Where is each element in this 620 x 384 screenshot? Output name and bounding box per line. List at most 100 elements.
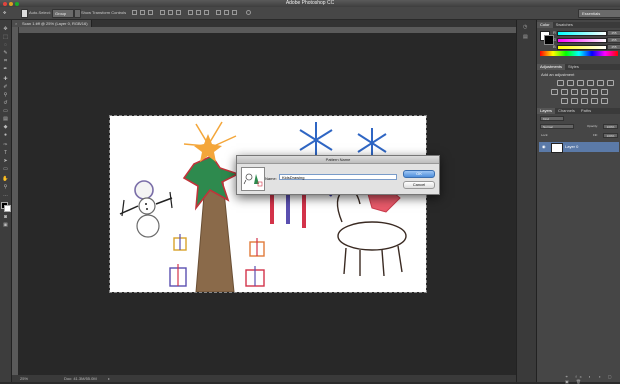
brush-tool-icon[interactable]: ✐	[2, 84, 9, 90]
color-lookup-icon[interactable]	[601, 89, 608, 95]
align-left-icon[interactable]	[160, 10, 165, 15]
distribute-top-icon[interactable]	[188, 10, 193, 15]
align-top-icon[interactable]	[132, 10, 137, 15]
hand-tool-icon[interactable]: ✋	[2, 176, 9, 182]
crop-tool-icon[interactable]: ⌗	[2, 58, 9, 64]
green-slider[interactable]	[557, 38, 607, 43]
tab-styles[interactable]: Styles	[565, 64, 582, 70]
distribute-bottom-icon[interactable]	[204, 10, 209, 15]
add-adjustment-label: Add an adjustment	[541, 72, 575, 77]
ok-button[interactable]: OK	[403, 170, 435, 178]
properties-panel-icon[interactable]: ▤	[523, 34, 528, 40]
minimize-window-button[interactable]	[9, 1, 13, 6]
triangle-adjust-icon[interactable]	[607, 80, 614, 86]
quick-select-tool-icon[interactable]: ✎	[2, 50, 9, 56]
photo-filter-icon[interactable]	[581, 89, 588, 95]
lasso-tool-icon[interactable]: ◌	[2, 42, 9, 48]
distribute-middle-icon[interactable]	[196, 10, 201, 15]
move-tool-icon[interactable]: ✥	[2, 26, 9, 32]
kids-drawing-artwork[interactable]	[109, 115, 427, 293]
blur-tool-icon[interactable]: ◆	[2, 124, 9, 130]
channel-mixer-icon[interactable]	[591, 89, 598, 95]
history-panel-icon[interactable]: ◷	[523, 24, 527, 30]
opacity-label: Opacity:	[587, 124, 599, 128]
blend-mode-select[interactable]: Normal	[540, 124, 574, 129]
healing-brush-tool-icon[interactable]: ✚	[2, 76, 9, 82]
levels-icon[interactable]	[567, 80, 574, 86]
history-brush-tool-icon[interactable]: ↺	[2, 100, 9, 106]
color-balance-icon[interactable]	[561, 89, 568, 95]
layer-row[interactable]: ◉ Layer 0	[539, 142, 619, 153]
shape-tool-icon[interactable]: ▭	[2, 166, 9, 172]
eraser-tool-icon[interactable]: ▭	[2, 108, 9, 114]
dodge-tool-icon[interactable]: ●	[2, 132, 9, 138]
invert-icon[interactable]	[561, 98, 568, 104]
3d-mode-icon[interactable]	[246, 10, 251, 15]
distribute-left-icon[interactable]	[216, 10, 221, 15]
blue-value[interactable]: 255	[607, 44, 620, 50]
tab-layers[interactable]: Layers	[537, 108, 556, 114]
exposure-icon[interactable]	[587, 80, 594, 86]
background-color-swatch[interactable]	[4, 205, 11, 212]
auto-select-checkbox[interactable]	[21, 9, 28, 18]
black-white-icon[interactable]	[571, 89, 578, 95]
layer-name[interactable]: Layer 0	[565, 144, 578, 149]
more-tools-icon[interactable]: …	[2, 192, 9, 198]
layer-visibility-eye-icon[interactable]: ◉	[542, 144, 546, 149]
zoom-window-button[interactable]	[15, 1, 19, 6]
opacity-input[interactable]: 100%	[603, 124, 618, 129]
move-tool-icon[interactable]: ✥	[3, 9, 6, 16]
filter-icons[interactable]	[567, 116, 617, 121]
eyedropper-tool-icon[interactable]: ✒	[2, 66, 9, 72]
status-menu-arrow-icon[interactable]: ▸	[108, 375, 110, 382]
pattern-preview-thumbnail	[241, 167, 265, 191]
tab-paths[interactable]: Paths	[578, 108, 594, 114]
pattern-name-input[interactable]: KidsDrawing	[279, 174, 397, 180]
kids-drawing-image	[119, 121, 407, 293]
path-select-tool-icon[interactable]: ➤	[2, 158, 9, 164]
close-document-icon[interactable]: ×	[15, 20, 17, 27]
type-tool-icon[interactable]: T	[2, 150, 9, 156]
green-value[interactable]: 255	[607, 37, 620, 43]
threshold-icon[interactable]	[581, 98, 588, 104]
curves-icon[interactable]	[577, 80, 584, 86]
red-value[interactable]: 255	[607, 30, 620, 36]
gradient-tool-icon[interactable]: ▤	[2, 116, 9, 122]
tab-channels[interactable]: Channels	[555, 108, 578, 114]
fill-input[interactable]: 100%	[603, 133, 618, 138]
pen-tool-icon[interactable]: ✑	[2, 142, 9, 148]
workspace-select[interactable]: Essentials	[578, 9, 620, 18]
kind-filter-select[interactable]: Kind	[540, 116, 564, 121]
cancel-button[interactable]: Cancel	[403, 181, 435, 189]
group-select[interactable]: Group	[52, 9, 74, 18]
zoom-level[interactable]: 25%	[20, 375, 28, 382]
marquee-tool-icon[interactable]: ⬚	[2, 34, 9, 40]
tab-swatches[interactable]: Swatches	[553, 22, 576, 28]
layer-actions-icons[interactable]: ⚭ fx ◐ ◑ ▢ ▣ 🗑	[565, 374, 620, 384]
document-tab[interactable]: × Scan 1.tiff @ 25% (Layer 0, RGB/16)	[12, 20, 92, 27]
gradient-map-icon[interactable]	[591, 98, 598, 104]
screen-mode-icon[interactable]: ▣	[2, 222, 9, 228]
distribute-right-icon[interactable]	[232, 10, 237, 15]
vibrance-icon[interactable]	[597, 80, 604, 86]
tab-adjustments[interactable]: Adjustments	[537, 64, 566, 70]
align-right-icon[interactable]	[176, 10, 181, 15]
posterize-icon[interactable]	[571, 98, 578, 104]
brightness-contrast-icon[interactable]	[557, 80, 564, 86]
red-slider[interactable]	[557, 31, 607, 36]
show-transform-checkbox[interactable]	[74, 9, 81, 18]
blue-slider[interactable]	[557, 45, 607, 50]
tab-color[interactable]: Color	[537, 22, 553, 28]
tools-panel: ✥ ⬚ ◌ ✎ ⌗ ✒ ✚ ✐ ⚲ ↺ ▭ ▤ ◆ ● ✑ T ➤ ▭ ✋ ⚲ …	[0, 20, 12, 382]
color-ramp[interactable]	[540, 51, 618, 56]
distribute-center-icon[interactable]	[224, 10, 229, 15]
clone-stamp-tool-icon[interactable]: ⚲	[2, 92, 9, 98]
align-bottom-icon[interactable]	[148, 10, 153, 15]
zoom-tool-icon[interactable]: ⚲	[2, 184, 9, 190]
align-middle-icon[interactable]	[140, 10, 145, 15]
selective-color-icon[interactable]	[601, 98, 608, 104]
hue-saturation-icon[interactable]	[551, 89, 558, 95]
align-center-icon[interactable]	[168, 10, 173, 15]
close-window-button[interactable]	[3, 1, 7, 6]
quick-mask-icon[interactable]: ◙	[2, 214, 9, 220]
